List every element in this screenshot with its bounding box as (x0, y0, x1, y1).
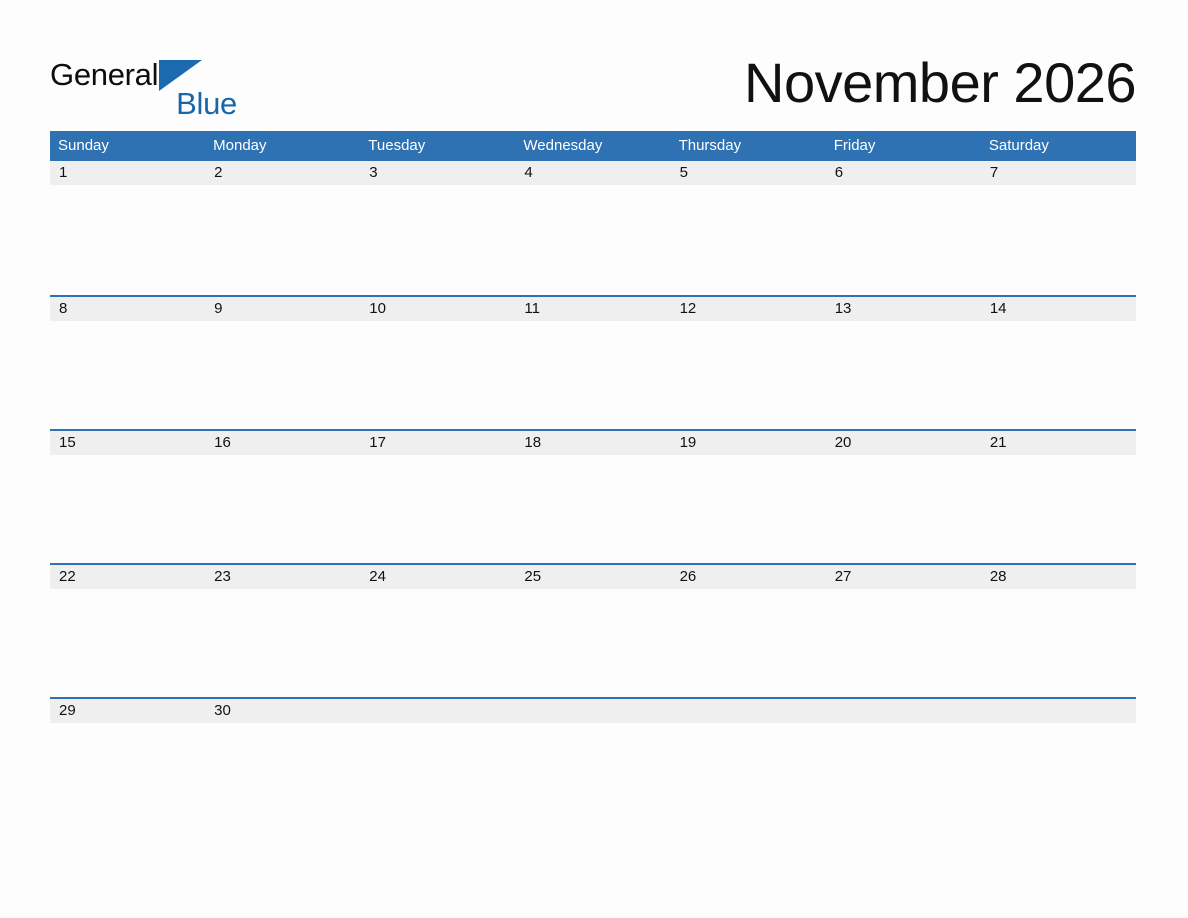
day-number[interactable]: 4 (515, 161, 670, 185)
day-events[interactable] (515, 185, 670, 293)
week-date-band: 8 9 10 11 12 13 14 (50, 295, 1136, 321)
calendar-week-row: 1 2 3 4 5 6 7 (50, 161, 1136, 295)
day-number[interactable]: 14 (981, 297, 1136, 321)
day-events[interactable] (205, 723, 360, 831)
week-event-band (50, 321, 1136, 429)
day-number[interactable]: 19 (671, 431, 826, 455)
day-number[interactable]: 16 (205, 431, 360, 455)
day-events[interactable] (981, 185, 1136, 293)
day-number[interactable]: 12 (671, 297, 826, 321)
weekday-header-tuesday: Tuesday (368, 137, 426, 154)
week-event-band (50, 185, 1136, 293)
day-events[interactable] (50, 185, 205, 293)
week-date-band: 1 2 3 4 5 6 7 (50, 161, 1136, 185)
day-events[interactable] (671, 321, 826, 429)
day-number[interactable]: 26 (671, 565, 826, 589)
day-events[interactable] (826, 185, 981, 293)
calendar-week-row: 29 30 (50, 697, 1136, 831)
week-date-band: 29 30 (50, 697, 1136, 723)
day-number[interactable] (515, 699, 670, 723)
day-number[interactable] (826, 699, 981, 723)
day-events[interactable] (981, 321, 1136, 429)
day-number[interactable]: 9 (205, 297, 360, 321)
day-number[interactable]: 3 (360, 161, 515, 185)
page-header: General Blue November 2026 (50, 50, 1137, 122)
calendar-week-row: 15 16 17 18 19 20 21 (50, 429, 1136, 563)
day-number[interactable]: 23 (205, 565, 360, 589)
day-events[interactable] (515, 455, 670, 563)
day-events[interactable] (205, 321, 360, 429)
day-number[interactable]: 25 (515, 565, 670, 589)
day-number[interactable]: 22 (50, 565, 205, 589)
day-events[interactable] (360, 723, 515, 831)
day-events[interactable] (515, 589, 670, 697)
week-date-band: 15 16 17 18 19 20 21 (50, 429, 1136, 455)
day-events[interactable] (50, 723, 205, 831)
day-number[interactable]: 21 (981, 431, 1136, 455)
day-number[interactable]: 6 (826, 161, 981, 185)
day-events[interactable] (205, 185, 360, 293)
day-events[interactable] (360, 455, 515, 563)
weekday-header-row: Sunday Monday Tuesday Wednesday Thursday… (50, 131, 1136, 161)
day-events[interactable] (981, 723, 1136, 831)
weekday-header-saturday: Saturday (988, 137, 1049, 154)
day-number[interactable]: 8 (50, 297, 205, 321)
day-events[interactable] (981, 589, 1136, 697)
day-events[interactable] (515, 723, 670, 831)
weekday-header-monday: Monday (213, 137, 267, 154)
day-number[interactable]: 13 (826, 297, 981, 321)
day-number[interactable]: 28 (981, 565, 1136, 589)
day-number[interactable]: 7 (981, 161, 1136, 185)
day-events[interactable] (671, 723, 826, 831)
week-date-band: 22 23 24 25 26 27 28 (50, 563, 1136, 589)
day-number[interactable]: 2 (205, 161, 360, 185)
day-number[interactable]: 1 (50, 161, 205, 185)
day-number[interactable]: 15 (50, 431, 205, 455)
day-events[interactable] (50, 455, 205, 563)
day-events[interactable] (826, 455, 981, 563)
day-events[interactable] (671, 185, 826, 293)
weekday-header-wednesday: Wednesday (523, 137, 603, 154)
calendar-week-row: 8 9 10 11 12 13 14 (50, 295, 1136, 429)
day-events[interactable] (205, 589, 360, 697)
day-number[interactable]: 11 (515, 297, 670, 321)
day-number[interactable]: 5 (671, 161, 826, 185)
day-number[interactable] (360, 699, 515, 723)
weekday-header-sunday: Sunday (58, 137, 109, 154)
day-events[interactable] (671, 589, 826, 697)
weekday-header-thursday: Thursday (678, 137, 742, 154)
day-number[interactable]: 18 (515, 431, 670, 455)
day-number[interactable]: 24 (360, 565, 515, 589)
day-number[interactable] (671, 699, 826, 723)
day-events[interactable] (50, 589, 205, 697)
day-events[interactable] (826, 589, 981, 697)
day-events[interactable] (205, 455, 360, 563)
calendar-grid: Sunday Monday Tuesday Wednesday Thursday… (50, 131, 1136, 831)
day-events[interactable] (826, 723, 981, 831)
page-title: November 2026 (744, 51, 1136, 114)
day-number[interactable]: 27 (826, 565, 981, 589)
weekday-header-friday: Friday (833, 137, 876, 154)
day-events[interactable] (981, 455, 1136, 563)
calendar-week-row: 22 23 24 25 26 27 28 (50, 563, 1136, 697)
day-number[interactable]: 30 (205, 699, 360, 723)
week-event-band (50, 455, 1136, 563)
week-event-band (50, 589, 1136, 697)
day-events[interactable] (671, 455, 826, 563)
day-number[interactable]: 29 (50, 699, 205, 723)
day-events[interactable] (826, 321, 981, 429)
general-blue-logo: General Blue (50, 58, 250, 121)
day-number[interactable] (981, 699, 1136, 723)
day-events[interactable] (50, 321, 205, 429)
day-events[interactable] (360, 589, 515, 697)
day-events[interactable] (515, 321, 670, 429)
day-number[interactable]: 17 (360, 431, 515, 455)
week-event-band (50, 723, 1136, 831)
day-number[interactable]: 10 (360, 297, 515, 321)
day-number[interactable]: 20 (826, 431, 981, 455)
day-events[interactable] (360, 185, 515, 293)
logo-text-blue: Blue (176, 86, 237, 121)
day-events[interactable] (360, 321, 515, 429)
